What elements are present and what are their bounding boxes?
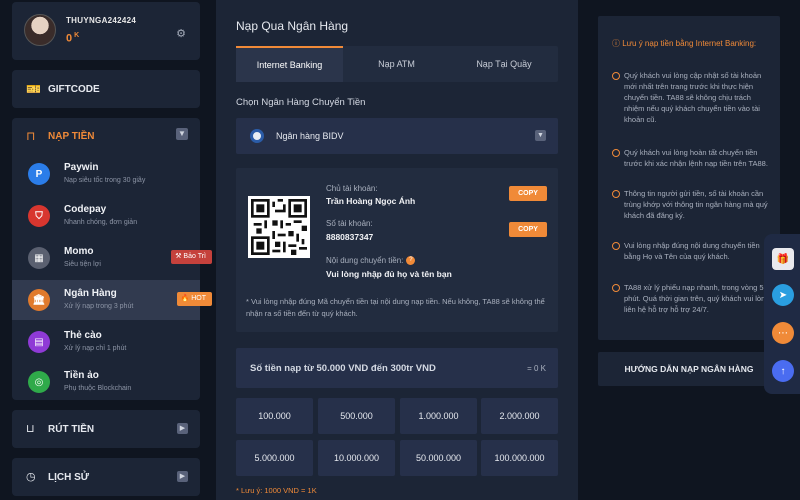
tab-nap-atm[interactable]: Nạp ATM xyxy=(343,46,450,82)
note-item: Quý khách vui lòng cập nhật số tài khoản… xyxy=(612,70,772,125)
chevron-right-icon: ▶ xyxy=(177,471,188,482)
amount-preset-button[interactable]: 50.000.000 xyxy=(400,440,477,476)
maintenance-badge: ⚒ Bảo Trì xyxy=(171,250,212,264)
amount-preset-button[interactable]: 2.000.000 xyxy=(481,398,558,434)
sidebar-section-nap-tien: ⊓ NẠP TIỀN ▼ P Paywin Nạp siêu tốc trong… xyxy=(12,118,212,402)
scroll-top-icon[interactable]: ↑ xyxy=(772,360,794,382)
crypto-icon: ◎ xyxy=(28,371,50,393)
note-item: Vui lòng nhập đúng nội dung chuyển tiền … xyxy=(612,240,772,262)
amount-converted: = 0 K xyxy=(527,364,546,373)
account-number-label: Số tài khoản: xyxy=(326,219,373,228)
bank-icon: 🏛 xyxy=(28,289,50,311)
bidv-logo-icon xyxy=(250,129,264,143)
history-icon: ◷ xyxy=(26,471,36,483)
amount-input[interactable]: Số tiền nạp từ 50.000 VND đến 300tr VND … xyxy=(236,348,558,388)
tab-internet-banking[interactable]: Internet Banking xyxy=(236,46,343,82)
giftcode-label: GIFTCODE xyxy=(48,84,100,95)
username: THUYNGA242424 xyxy=(66,16,137,25)
floating-contact-bar: 🎁 ➤ ⋯ ↑ xyxy=(764,234,800,394)
sidebar-item-rut-tien[interactable]: ⊔ RÚT TIỀN ▶ xyxy=(12,410,200,448)
amount-preset-button[interactable]: 5.000.000 xyxy=(236,440,313,476)
bank-select[interactable]: Ngân hàng BIDV ▼ xyxy=(236,118,558,154)
hot-badge: 🔥 HOT xyxy=(176,292,212,306)
sidebar-item-codepay[interactable]: ⛉ Codepay Nhanh chóng, đơn giản xyxy=(12,196,200,236)
notes-panel: ⓘ Lưu ý nạp tiền bằng Internet Banking: … xyxy=(598,16,780,340)
note-item: TA88 xử lý phiếu nạp nhanh, trong vòng 5… xyxy=(612,282,772,315)
tab-nap-tai-quay[interactable]: Nạp Tại Quầy xyxy=(450,46,558,82)
account-holder: Trần Hoàng Ngọc Ánh xyxy=(326,196,416,206)
chevron-down-icon[interactable]: ▼ xyxy=(176,128,188,140)
promo-icon[interactable]: 🎁 xyxy=(772,248,794,270)
copy-holder-button[interactable]: COPY xyxy=(509,186,547,201)
conversion-footnote: * Lưu ý: 1000 VND = 1K xyxy=(236,486,317,495)
deposit-tabs: Internet Banking Nạp ATM Nạp Tại Quầy xyxy=(236,46,558,82)
info-icon: ⓘ xyxy=(612,39,623,48)
note-item: Quý khách vui lòng hoàn tất chuyển tiền … xyxy=(612,147,772,169)
avatar[interactable] xyxy=(24,14,56,46)
help-icon[interactable]: ? xyxy=(406,256,416,266)
sidebar-item-the-cao[interactable]: ▤ Thẻ cào Xử lý nạp chỉ 1 phút xyxy=(12,322,200,362)
copy-account-number-button[interactable]: COPY xyxy=(509,222,547,237)
guide-button[interactable]: HƯỚNG DẪN NẠP NGÂN HÀNG xyxy=(598,352,780,386)
notes-title: ⓘ Lưu ý nạp tiền bằng Internet Banking: xyxy=(612,39,757,48)
amount-placeholder: Số tiền nạp từ 50.000 VND đến 300tr VND xyxy=(250,363,436,374)
amount-preset-button[interactable]: 10.000.000 xyxy=(318,440,395,476)
gift-icon: 🎫 xyxy=(26,82,41,96)
amount-preset-button[interactable]: 500.000 xyxy=(318,398,395,434)
chevron-down-icon: ▼ xyxy=(535,130,546,141)
app: THUYNGA242424 0K ⚙ 🎫 GIFTCODE ⊓ NẠP TIỀN… xyxy=(0,0,800,500)
sidebar-item-paywin[interactable]: P Paywin Nạp siêu tốc trong 30 giây xyxy=(12,154,200,194)
sidebar-item-ngan-hang[interactable]: 🏛 Ngân Hàng Xử lý nạp trong 3 phút 🔥 HOT xyxy=(12,280,212,320)
sidebar: THUYNGA242424 0K ⚙ 🎫 GIFTCODE ⊓ NẠP TIỀN… xyxy=(12,0,212,500)
note-item: Thông tin người gửi tiền, số tài khoản c… xyxy=(612,188,772,221)
momo-icon: ▦ xyxy=(28,247,50,269)
transfer-note: * Vui lòng nhập đúng Mã chuyển tiền tại … xyxy=(246,297,545,318)
account-holder-label: Chủ tài khoản: xyxy=(326,184,378,193)
sidebar-item-momo[interactable]: ▦ Momo Siêu tiện lợi ⚒ Bảo Trì xyxy=(12,238,212,278)
nap-tien-label: NẠP TIỀN xyxy=(48,131,95,142)
amount-preset-button[interactable]: 100.000.000 xyxy=(481,440,558,476)
shield-icon: ⛉ xyxy=(28,205,50,227)
paywin-icon: P xyxy=(28,163,50,185)
chevron-right-icon: ▶ xyxy=(177,423,188,434)
amount-preset-button[interactable]: 100.000 xyxy=(236,398,313,434)
main-panel: Nạp Qua Ngân Hàng Internet Banking Nạp A… xyxy=(216,0,578,500)
account-number: 8880837347 xyxy=(326,232,374,242)
amount-preset-button[interactable]: 1.000.000 xyxy=(400,398,477,434)
page-title: Nạp Qua Ngân Hàng xyxy=(236,19,349,33)
transfer-content-label: Nội dung chuyển tiền:? xyxy=(326,256,416,266)
chat-icon[interactable]: ⋯ xyxy=(772,322,794,344)
qr-code xyxy=(248,196,310,258)
withdraw-icon: ⊔ xyxy=(26,423,35,435)
selected-bank: Ngân hàng BIDV xyxy=(276,131,344,141)
choose-bank-label: Chọn Ngân Hàng Chuyển Tiền xyxy=(236,97,366,108)
deposit-icon: ⊓ xyxy=(26,129,36,143)
gear-icon[interactable]: ⚙ xyxy=(176,27,186,40)
telegram-icon[interactable]: ➤ xyxy=(772,284,794,306)
sidebar-item-lich-su[interactable]: ◷ LỊCH SỬ ▶ xyxy=(12,458,200,496)
bank-info-box: Chủ tài khoản: Trần Hoàng Ngọc Ánh COPY … xyxy=(236,168,558,332)
user-card: THUYNGA242424 0K ⚙ xyxy=(12,2,200,60)
sidebar-item-tien-ao[interactable]: ◎ Tiền ảo Phụ thuộc Blockchain xyxy=(12,362,200,402)
sidebar-item-giftcode[interactable]: 🎫 GIFTCODE xyxy=(12,70,200,108)
qr-code-graphic xyxy=(251,199,307,255)
transfer-content: Vui lòng nhập đủ họ và tên bạn xyxy=(326,269,452,279)
card-icon: ▤ xyxy=(28,331,50,353)
balance: 0K xyxy=(66,32,80,45)
